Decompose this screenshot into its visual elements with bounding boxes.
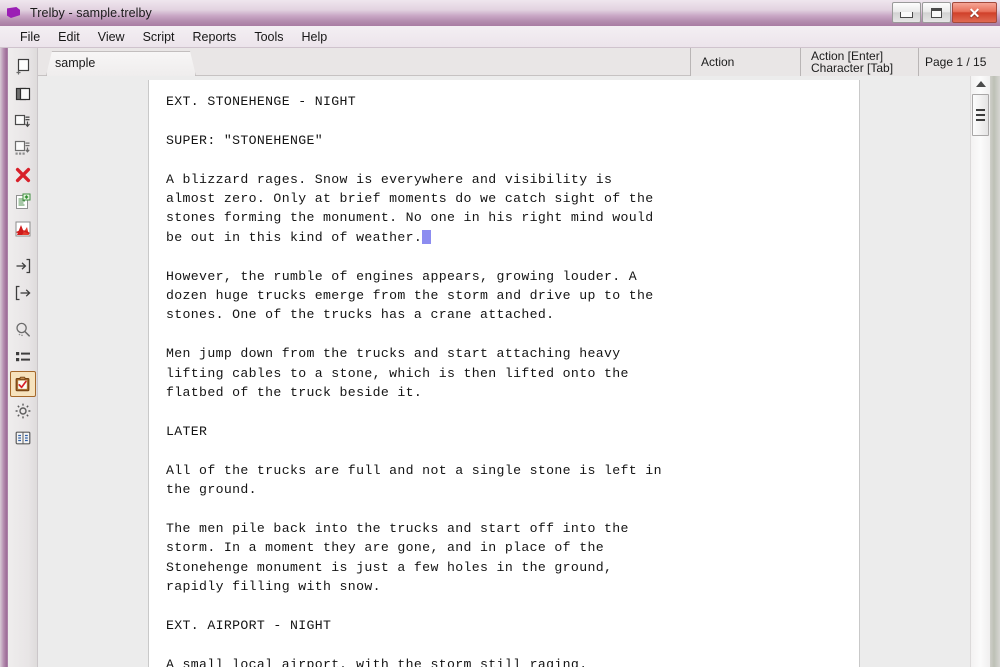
key-hints-indicator: Action [Enter] Character [Tab] bbox=[801, 48, 919, 76]
tab-sample-label: sample bbox=[55, 56, 96, 70]
script-line[interactable]: storm. In a moment they are gone, and in… bbox=[166, 538, 662, 557]
menu-tools[interactable]: Tools bbox=[245, 28, 292, 46]
open-script-icon[interactable] bbox=[10, 81, 36, 107]
minimize-button[interactable] bbox=[892, 2, 921, 23]
script-line[interactable]: A blizzard rages. Snow is everywhere and… bbox=[166, 170, 662, 189]
menu-script[interactable]: Script bbox=[134, 28, 184, 46]
scroll-up-arrow-icon[interactable] bbox=[971, 76, 990, 92]
script-blank-line bbox=[166, 111, 662, 130]
window-right-border bbox=[990, 48, 1000, 667]
page-indicator-value: Page 1 / 15 bbox=[925, 54, 987, 69]
trelby-main-window: Trelby - sample.trelby ✕ File Edit View … bbox=[0, 0, 1000, 667]
text-caret bbox=[422, 229, 432, 244]
script-editor-area[interactable]: EXT. STONEHENGE - NIGHT SUPER: "STONEHENG… bbox=[38, 76, 986, 667]
export-arrow-icon[interactable] bbox=[10, 280, 36, 306]
scrollbar-thumb[interactable] bbox=[972, 94, 989, 136]
script-line[interactable]: However, the rumble of engines appears, … bbox=[166, 267, 662, 286]
element-type-value: Action bbox=[701, 54, 735, 69]
main-toolbar bbox=[8, 48, 38, 667]
script-blank-line bbox=[166, 150, 662, 169]
page-indicator: Page 1 / 15 bbox=[919, 48, 1000, 76]
menu-bar: File Edit View Script Reports Tools Help bbox=[0, 26, 1000, 48]
menu-help[interactable]: Help bbox=[293, 28, 337, 46]
spell-check-icon[interactable] bbox=[9, 371, 36, 397]
find-replace-icon[interactable] bbox=[10, 317, 36, 343]
compare-scripts-icon[interactable] bbox=[10, 425, 36, 451]
settings-gear-icon[interactable] bbox=[10, 398, 36, 424]
import-arrow-icon[interactable] bbox=[10, 253, 36, 279]
script-blank-line bbox=[166, 247, 662, 266]
key-hint-tab: Character [Tab] bbox=[811, 61, 894, 75]
script-blank-line bbox=[166, 499, 662, 518]
window-controls: ✕ bbox=[891, 2, 997, 23]
maximize-button[interactable] bbox=[922, 2, 951, 23]
script-text-content[interactable]: EXT. STONEHENGE - NIGHT SUPER: "STONEHENG… bbox=[166, 92, 662, 667]
script-blank-line bbox=[166, 441, 662, 460]
script-line[interactable]: the ground. bbox=[166, 480, 662, 499]
menu-edit[interactable]: Edit bbox=[49, 28, 89, 46]
script-line[interactable]: flatbed of the truck beside it. bbox=[166, 383, 662, 402]
window-title: Trelby - sample.trelby bbox=[30, 6, 152, 20]
toolbar-separator bbox=[14, 247, 32, 248]
close-button[interactable]: ✕ bbox=[952, 2, 997, 23]
save-as-icon[interactable] bbox=[10, 135, 36, 161]
element-type-indicator: Action bbox=[691, 48, 801, 76]
script-line[interactable]: be out in this kind of weather. bbox=[166, 228, 662, 247]
vertical-scrollbar[interactable] bbox=[970, 76, 990, 667]
new-script-icon[interactable] bbox=[10, 54, 36, 80]
menu-file[interactable]: File bbox=[11, 28, 49, 46]
scene-list-icon[interactable] bbox=[10, 344, 36, 370]
script-line[interactable]: stones. One of the trucks has a crane at… bbox=[166, 305, 662, 324]
status-header-bar: Action Action [Enter] Character [Tab] Pa… bbox=[690, 48, 1000, 76]
close-icon: ✕ bbox=[968, 4, 981, 21]
script-line[interactable]: Men jump down from the trucks and start … bbox=[166, 344, 662, 363]
trelby-flag-icon bbox=[6, 6, 23, 20]
import-script-icon[interactable] bbox=[10, 189, 36, 215]
script-line[interactable]: EXT. STONEHENGE - NIGHT bbox=[166, 92, 662, 111]
script-line[interactable]: The men pile back into the trucks and st… bbox=[166, 519, 662, 538]
script-line[interactable]: almost zero. Only at brief moments do we… bbox=[166, 189, 662, 208]
export-pdf-icon[interactable] bbox=[10, 216, 36, 242]
save-script-icon[interactable] bbox=[10, 108, 36, 134]
script-line[interactable]: LATER bbox=[166, 422, 662, 441]
script-blank-line bbox=[166, 596, 662, 615]
script-line[interactable]: rapidly filling with snow. bbox=[166, 577, 662, 596]
script-line[interactable]: Stonehenge monument is just a few holes … bbox=[166, 558, 662, 577]
script-line[interactable]: A small local airport, with the storm st… bbox=[166, 655, 662, 667]
title-bar-content: Trelby - sample.trelby bbox=[6, 0, 152, 26]
script-blank-line bbox=[166, 402, 662, 421]
script-line[interactable]: stones forming the monument. No one in h… bbox=[166, 208, 662, 227]
script-line[interactable]: EXT. AIRPORT - NIGHT bbox=[166, 616, 662, 635]
script-line[interactable]: lifting cables to a stone, which is then… bbox=[166, 364, 662, 383]
script-line[interactable]: SUPER: "STONEHENGE" bbox=[166, 131, 662, 150]
menu-view[interactable]: View bbox=[89, 28, 134, 46]
script-blank-line bbox=[166, 635, 662, 654]
script-blank-line bbox=[166, 325, 662, 344]
script-line[interactable]: All of the trucks are full and not a sin… bbox=[166, 461, 662, 480]
menu-reports[interactable]: Reports bbox=[184, 28, 246, 46]
toolbar-separator bbox=[14, 311, 32, 312]
close-script-icon[interactable] bbox=[10, 162, 36, 188]
title-bar: Trelby - sample.trelby ✕ bbox=[0, 0, 1000, 27]
script-line[interactable]: dozen huge trucks emerge from the storm … bbox=[166, 286, 662, 305]
